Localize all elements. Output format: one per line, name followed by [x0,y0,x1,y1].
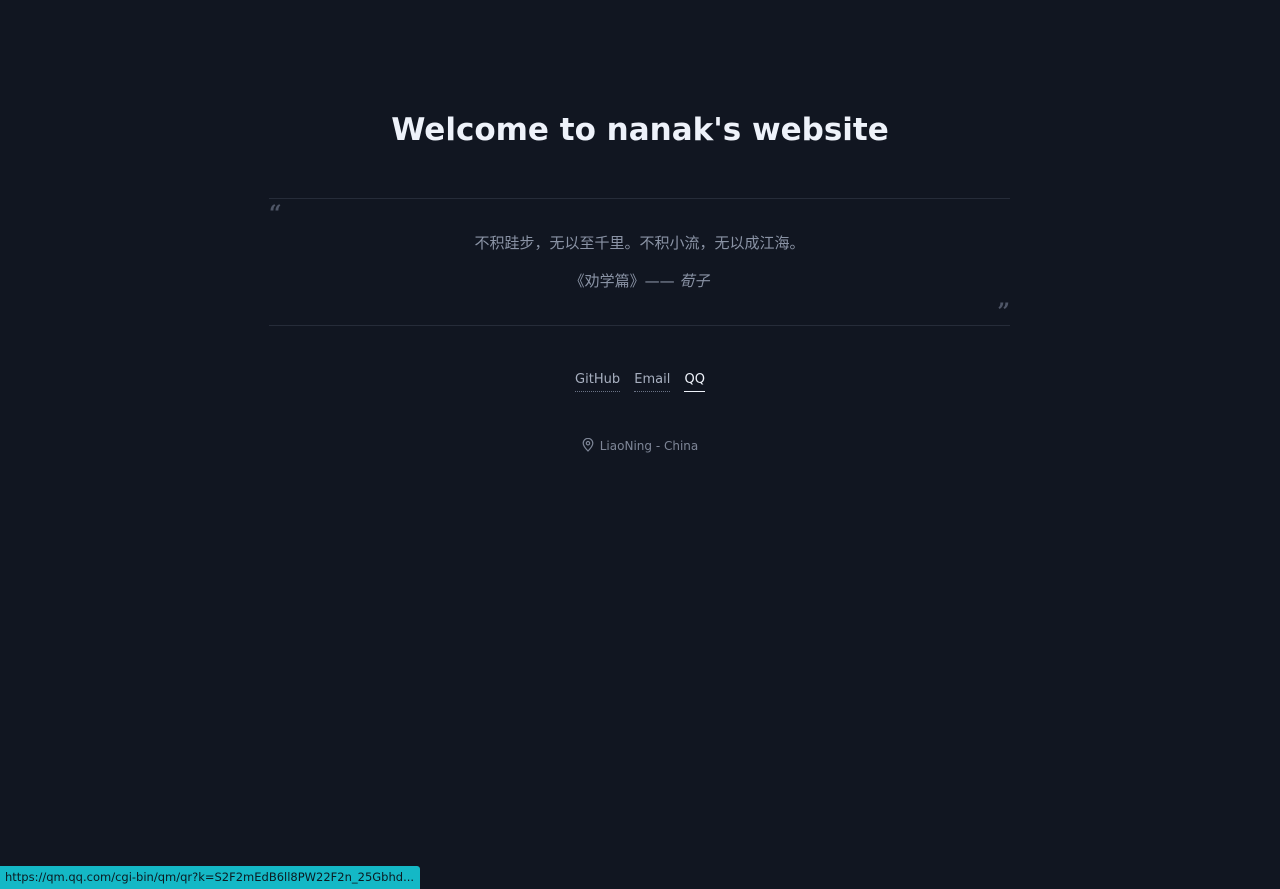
quote-source-work: 《劝学篇》—— [569,272,680,290]
page-title: Welcome to nanak's website [391,112,889,148]
location-text: LiaoNing - China [599,439,699,453]
open-quote-icon: “ [269,201,282,227]
github-link[interactable]: GitHub [575,370,621,392]
email-link[interactable]: Email [634,370,671,392]
quote-text: 不积跬步，无以至千里。不积小流，无以成江海。 [474,234,805,252]
quote-source: 《劝学篇》—— 荀子 [269,270,1010,292]
close-quote-icon: ” [997,299,1010,325]
quote-source-author: 荀子 [679,272,710,290]
social-links: GitHub Email QQ [0,370,1280,392]
qq-link[interactable]: QQ [684,370,705,392]
location: LiaoNing - China [0,437,1280,457]
page: Welcome to nanak's website “ 不积跬步，无以至千里。… [0,0,1280,889]
status-bar-url: https://qm.qq.com/cgi-bin/qm/qr?k=S2F2mE… [0,866,421,889]
blockquote: “ 不积跬步，无以至千里。不积小流，无以成江海。 《劝学篇》—— 荀子 ” [269,198,1010,326]
map-pin-icon [582,437,594,457]
